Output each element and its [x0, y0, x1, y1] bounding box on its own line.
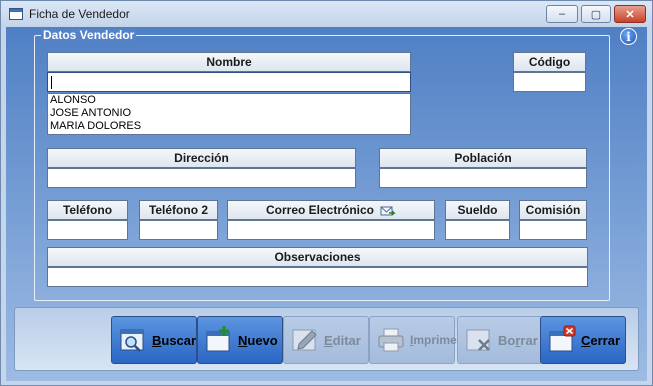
direccion-label: Dirección	[47, 148, 356, 168]
printer-icon	[378, 328, 404, 352]
poblacion-input[interactable]	[379, 168, 587, 188]
group-title: Datos Vendedor	[41, 28, 137, 42]
title-bar[interactable]: Ficha de Vendedor ‒ ▢ ✕	[1, 1, 652, 27]
close-button[interactable]: ✕	[614, 5, 646, 23]
borrar-label: Borrar	[498, 332, 538, 348]
observaciones-label: Observaciones	[47, 247, 588, 267]
edit-pencil-icon	[292, 329, 317, 351]
sueldo-label: Sueldo	[445, 200, 510, 220]
nuevo-label: Nuevo	[238, 332, 278, 348]
telefono-label: Teléfono	[47, 200, 128, 220]
buscar-label: Buscar	[152, 332, 197, 348]
telefono2-label: Teléfono 2	[139, 200, 218, 220]
imprime-button[interactable]: Imprime	[369, 316, 457, 364]
close-window-icon	[549, 325, 576, 352]
codigo-input[interactable]	[513, 72, 586, 92]
imprime-label: Imprime	[410, 333, 457, 347]
delete-icon	[466, 329, 490, 351]
nombre-label: Nombre	[47, 52, 411, 72]
telefono-input[interactable]	[47, 220, 128, 240]
search-icon	[120, 329, 144, 352]
new-document-icon	[206, 326, 230, 352]
window-icon	[9, 8, 23, 20]
nombre-input[interactable]	[47, 72, 411, 92]
sueldo-input[interactable]	[445, 220, 510, 240]
observaciones-input[interactable]	[47, 267, 588, 287]
minimize-button[interactable]: ‒	[546, 5, 578, 23]
correo-input[interactable]	[227, 220, 435, 240]
list-item[interactable]: JOSE ANTONIO	[48, 107, 410, 120]
list-item[interactable]: MARIA DOLORES	[48, 120, 410, 133]
list-item[interactable]: ALONSO	[48, 94, 410, 107]
action-toolbar: Buscar Nuevo Editar Imprime Borrar Cerra…	[14, 307, 639, 371]
maximize-button[interactable]: ▢	[581, 5, 611, 23]
cerrar-button[interactable]: Cerrar	[540, 316, 626, 364]
poblacion-label: Población	[379, 148, 587, 168]
cerrar-label: Cerrar	[581, 332, 621, 348]
telefono2-input[interactable]	[139, 220, 218, 240]
comision-input[interactable]	[519, 220, 587, 240]
nombre-listbox[interactable]: ALONSO JOSE ANTONIO MARIA DOLORES	[47, 93, 411, 135]
mail-send-icon[interactable]	[380, 205, 396, 217]
nuevo-button[interactable]: Nuevo	[197, 316, 283, 364]
form-area: i Datos Vendedor Nombre ALONSO JOSE ANTO…	[6, 27, 647, 381]
vendor-window: Ficha de Vendedor ‒ ▢ ✕ i Datos Vendedor…	[0, 0, 653, 386]
buscar-button[interactable]: Buscar	[111, 316, 197, 364]
direccion-input[interactable]	[47, 168, 356, 188]
comision-label: Comisión	[519, 200, 587, 220]
text-caret	[51, 76, 52, 89]
correo-label-text: Correo Electrónico	[265, 203, 375, 217]
editar-label: Editar	[324, 332, 361, 348]
editar-button[interactable]: Editar	[283, 316, 369, 364]
window-title: Ficha de Vendedor	[29, 7, 130, 21]
info-icon[interactable]: i	[620, 28, 637, 45]
codigo-label: Código	[513, 52, 586, 72]
borrar-button[interactable]: Borrar	[457, 316, 543, 364]
correo-label: Correo Electrónico	[227, 200, 435, 220]
